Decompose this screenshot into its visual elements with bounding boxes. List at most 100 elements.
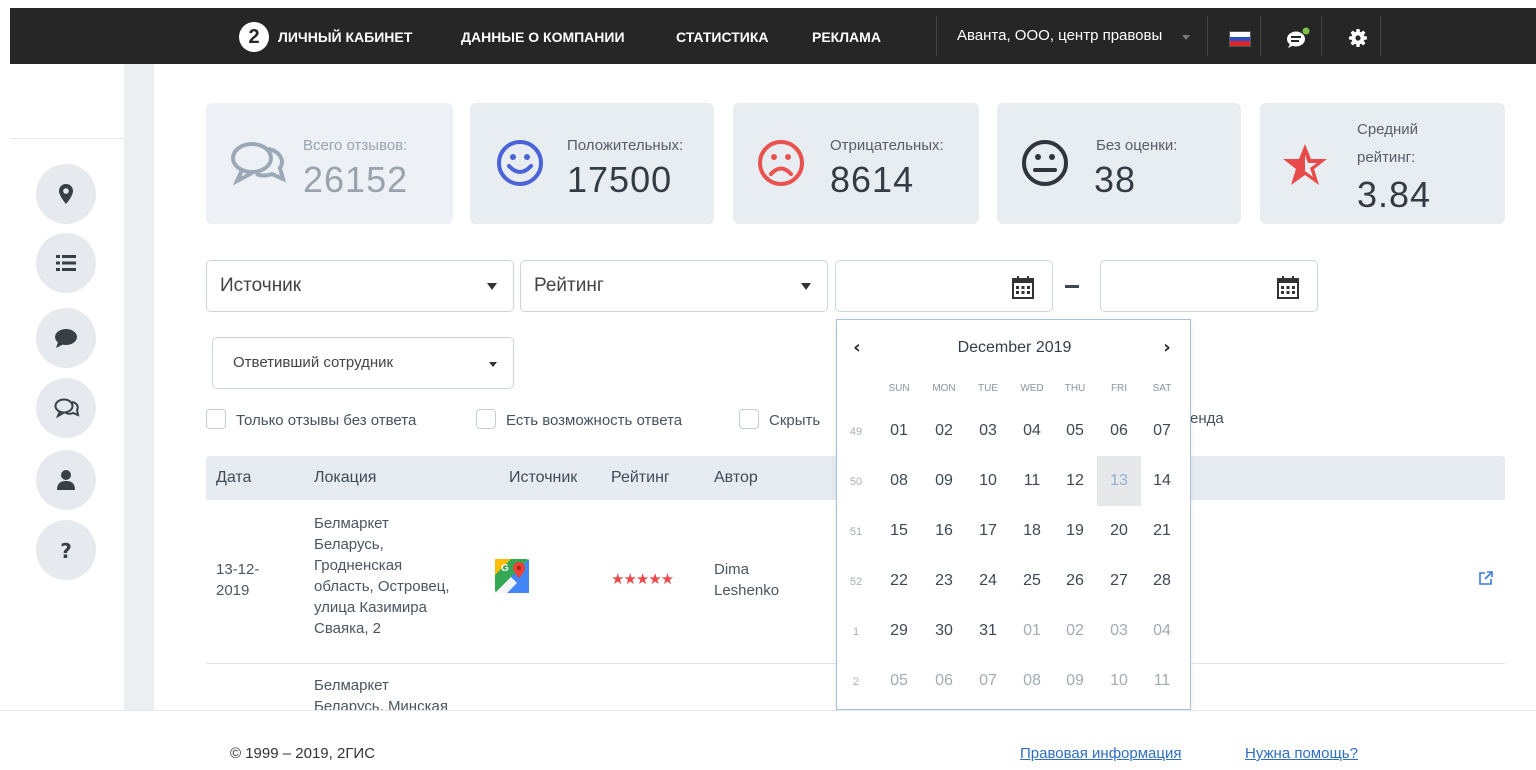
company-name: Аванта, ООО, центр правовы — [957, 27, 1163, 44]
rating-stars: ★★★★★ — [611, 570, 674, 588]
calendar-day[interactable]: 08 — [1010, 656, 1054, 706]
sidebar-list-button[interactable] — [36, 233, 96, 293]
date-to-input[interactable] — [1100, 260, 1318, 312]
calendar-day[interactable]: 21 — [1140, 506, 1184, 556]
calendar-day[interactable]: 26 — [1053, 556, 1097, 606]
calendar-day[interactable]: 08 — [877, 456, 921, 506]
calendar-day[interactable]: 18 — [1010, 506, 1054, 556]
calendar-day[interactable]: 05 — [1053, 406, 1097, 456]
calendar-day[interactable]: 02 — [1053, 606, 1097, 656]
checkbox-can-answer[interactable]: Есть возможность ответа — [476, 409, 682, 431]
gear-icon[interactable] — [1348, 28, 1368, 48]
calendar-day[interactable]: 11 — [1140, 656, 1184, 706]
rating-filter-value: Рейтинг — [534, 275, 604, 296]
nav-advertising[interactable]: РЕКЛАМА — [812, 29, 881, 45]
author-line: Leshenko — [714, 582, 780, 599]
calendar-day[interactable]: 01 — [877, 406, 921, 456]
weekday-header: SUN — [888, 383, 910, 394]
calendar-day[interactable]: 11 — [1010, 456, 1054, 506]
stat-card-negative[interactable]: Отрицательных: 8614 — [733, 103, 979, 224]
checkbox-no-answer[interactable]: Только отзывы без ответа — [206, 409, 416, 431]
chevron-right-icon[interactable]: › — [1159, 338, 1175, 358]
column-header-author[interactable]: Автор — [714, 468, 758, 488]
location-line: Белмаркет — [314, 515, 389, 532]
stat-card-positive[interactable]: Положительных: 17500 — [470, 103, 714, 224]
external-link-icon[interactable] — [1478, 570, 1494, 586]
column-header-rating[interactable]: Рейтинг — [611, 468, 670, 488]
russian-flag-icon[interactable] — [1229, 31, 1251, 47]
checkbox-box[interactable] — [206, 409, 226, 429]
calendar-day[interactable]: 05 — [877, 656, 921, 706]
stat-card-neutral[interactable]: Без оценки: 38 — [997, 103, 1241, 224]
calendar-day[interactable]: 06 — [922, 656, 966, 706]
calendar-day[interactable]: 19 — [1053, 506, 1097, 556]
calendar-day[interactable]: 20 — [1097, 506, 1141, 556]
calendar-day[interactable]: 03 — [1097, 606, 1141, 656]
column-header-source[interactable]: Источник — [509, 468, 577, 488]
map-pin-icon — [59, 184, 73, 204]
calendar-day[interactable]: 25 — [1010, 556, 1054, 606]
calendar-day[interactable]: 07 — [1140, 406, 1184, 456]
calendar-day[interactable]: 10 — [966, 456, 1010, 506]
calendar-day[interactable]: 09 — [1053, 656, 1097, 706]
calendar-day[interactable]: 16 — [922, 506, 966, 556]
calendar-day[interactable]: 28 — [1140, 556, 1184, 606]
author-line: Dima — [714, 561, 750, 578]
calendar-day[interactable]: 22 — [877, 556, 921, 606]
calendar-day[interactable]: 15 — [877, 506, 921, 556]
column-header-date[interactable]: Дата — [216, 468, 251, 488]
calendar-day[interactable]: 10 — [1097, 656, 1141, 706]
nav-statistics[interactable]: СТАТИСТИКА — [676, 29, 769, 45]
calendar-day[interactable]: 23 — [922, 556, 966, 606]
calendar-day[interactable]: 01 — [1010, 606, 1054, 656]
rating-filter-select[interactable]: Рейтинг — [520, 260, 828, 312]
sidebar-help-button[interactable]: ? — [36, 520, 96, 580]
nav-personal-cabinet[interactable]: ЛИЧНЫЙ КАБИНЕТ — [278, 29, 412, 45]
company-selector[interactable]: Аванта, ООО, центр правовы — [936, 16, 1208, 56]
calendar-day[interactable]: 03 — [966, 406, 1010, 456]
star-icon — [1283, 144, 1327, 185]
weekday-header: SAT — [1152, 383, 1172, 394]
calendar-day[interactable]: 09 — [922, 456, 966, 506]
sidebar-dialogs-button[interactable] — [36, 378, 96, 438]
footer-legal-link[interactable]: Правовая информация — [1020, 744, 1181, 764]
datepicker-popup: ‹ December 2019 › SUN MON TUE WED THU FRI SAT 4… — [836, 319, 1191, 710]
calendar-day[interactable]: 14 — [1140, 456, 1184, 506]
question-mark-icon: ? — [60, 539, 72, 562]
source-filter-select[interactable]: Источник — [206, 260, 514, 312]
sidebar-location-button[interactable] — [36, 164, 96, 224]
date-from-input[interactable] — [835, 260, 1053, 312]
datepicker-month-title[interactable]: December 2019 — [837, 338, 1192, 358]
stat-total-label: Всего отзывов: — [303, 137, 408, 154]
week-number: 52 — [849, 576, 863, 588]
calendar-day[interactable]: 04 — [1010, 406, 1054, 456]
sidebar-reviews-button[interactable] — [36, 308, 96, 368]
calendar-day[interactable]: 24 — [966, 556, 1010, 606]
calendar-day[interactable]: 31 — [966, 606, 1010, 656]
calendar-day[interactable]: 29 — [877, 606, 921, 656]
checkbox-box[interactable] — [476, 409, 496, 429]
location-line: Беларусь, Минская — [314, 698, 448, 710]
calendar-day[interactable]: 13 — [1097, 456, 1141, 506]
calendar-day[interactable]: 30 — [922, 606, 966, 656]
calendar-day[interactable]: 27 — [1097, 556, 1141, 606]
calendar-day[interactable]: 06 — [1097, 406, 1141, 456]
footer-help-link[interactable]: Нужна помощь? — [1245, 744, 1358, 764]
calendar-day[interactable]: 07 — [966, 656, 1010, 706]
calendar-day[interactable]: 04 — [1140, 606, 1184, 656]
calendar-day[interactable]: 17 — [966, 506, 1010, 556]
employee-filter-value: Ответивший сотрудник — [233, 354, 394, 371]
checkbox-hide[interactable]: Скрыть — [739, 409, 820, 431]
nav-company-data[interactable]: ДАННЫЕ О КОМПАНИИ — [461, 29, 625, 45]
employee-filter-select[interactable]: Ответивший сотрудник — [212, 337, 514, 389]
column-header-location[interactable]: Локация — [314, 468, 376, 488]
chat-notification-icon[interactable] — [1286, 27, 1310, 49]
sidebar-profile-button[interactable] — [36, 450, 96, 510]
calendar-day[interactable]: 02 — [922, 406, 966, 456]
checkbox-label: Есть возможность ответа — [506, 412, 683, 429]
checkbox-box[interactable] — [739, 409, 759, 429]
top-navigation-bar: 2 ЛИЧНЫЙ КАБИНЕТ ДАННЫЕ О КОМПАНИИ СТАТИ… — [10, 8, 1536, 64]
weekday-header: FRI — [1110, 383, 1128, 394]
2gis-logo[interactable]: 2 — [239, 22, 269, 52]
calendar-day[interactable]: 12 — [1053, 456, 1097, 506]
